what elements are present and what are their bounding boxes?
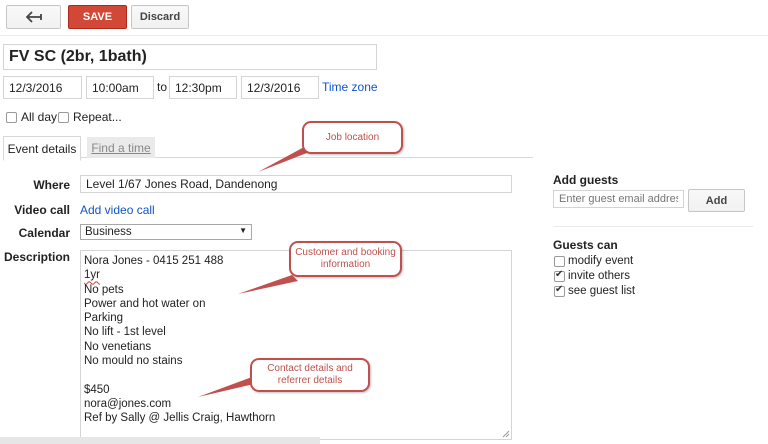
pointer-customer-info [238,275,298,294]
status-bar [0,437,320,444]
pointer-contact-info [198,377,258,397]
callout-pointers [198,146,312,397]
callout-job-location: Job location [302,121,403,154]
callout-customer-info: Customer and booking information [289,241,402,277]
callout-contact-info: Contact details and referrer details [250,358,370,392]
